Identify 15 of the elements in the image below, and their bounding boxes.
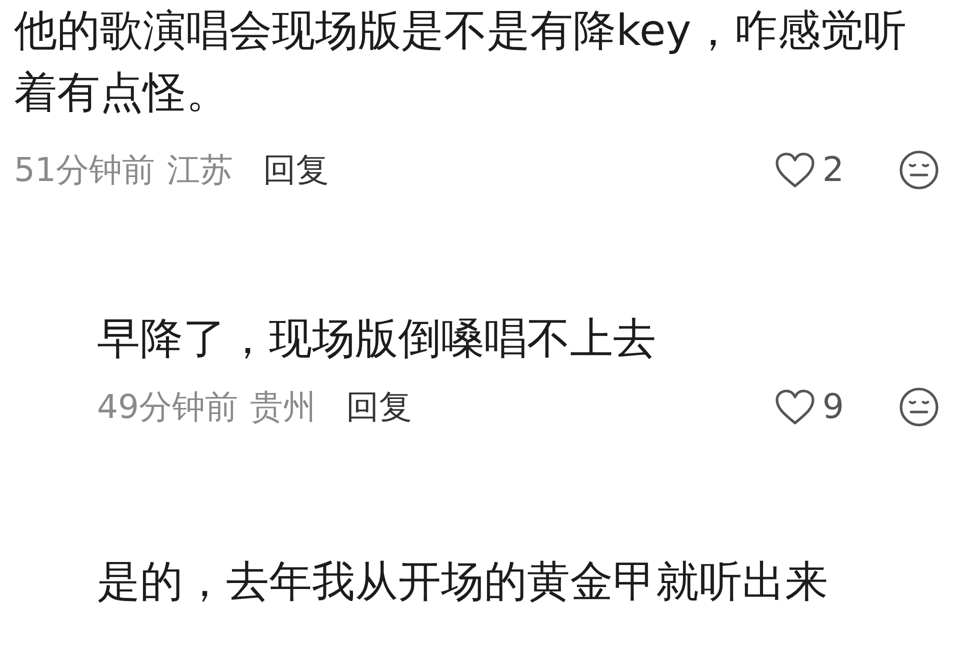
heart-icon[interactable] [774,151,816,189]
reply-link[interactable]: 回复 [263,148,329,192]
comment-time: 49分钟前 [97,386,238,428]
neutral-face-icon[interactable] [898,149,940,191]
comment-text: 是的，去年我从开场的黄金甲就听出来 [97,556,829,609]
comment-location: 江苏 [167,148,233,190]
comment-time: 51分钟前 [14,148,155,190]
heart-icon[interactable] [774,388,816,426]
reply-link[interactable]: 回复 [346,384,412,430]
comment-location: 贵州 [250,386,316,428]
like-count: 9 [822,387,844,427]
neutral-face-icon[interactable] [898,386,940,428]
like-count: 2 [822,150,844,190]
comment-text: 他的歌演唱会现场版是不是有降key，咋感觉听着有点怪。 [14,5,908,120]
comment-text: 早降了，现场版倒嗓唱不上去 [97,313,657,366]
